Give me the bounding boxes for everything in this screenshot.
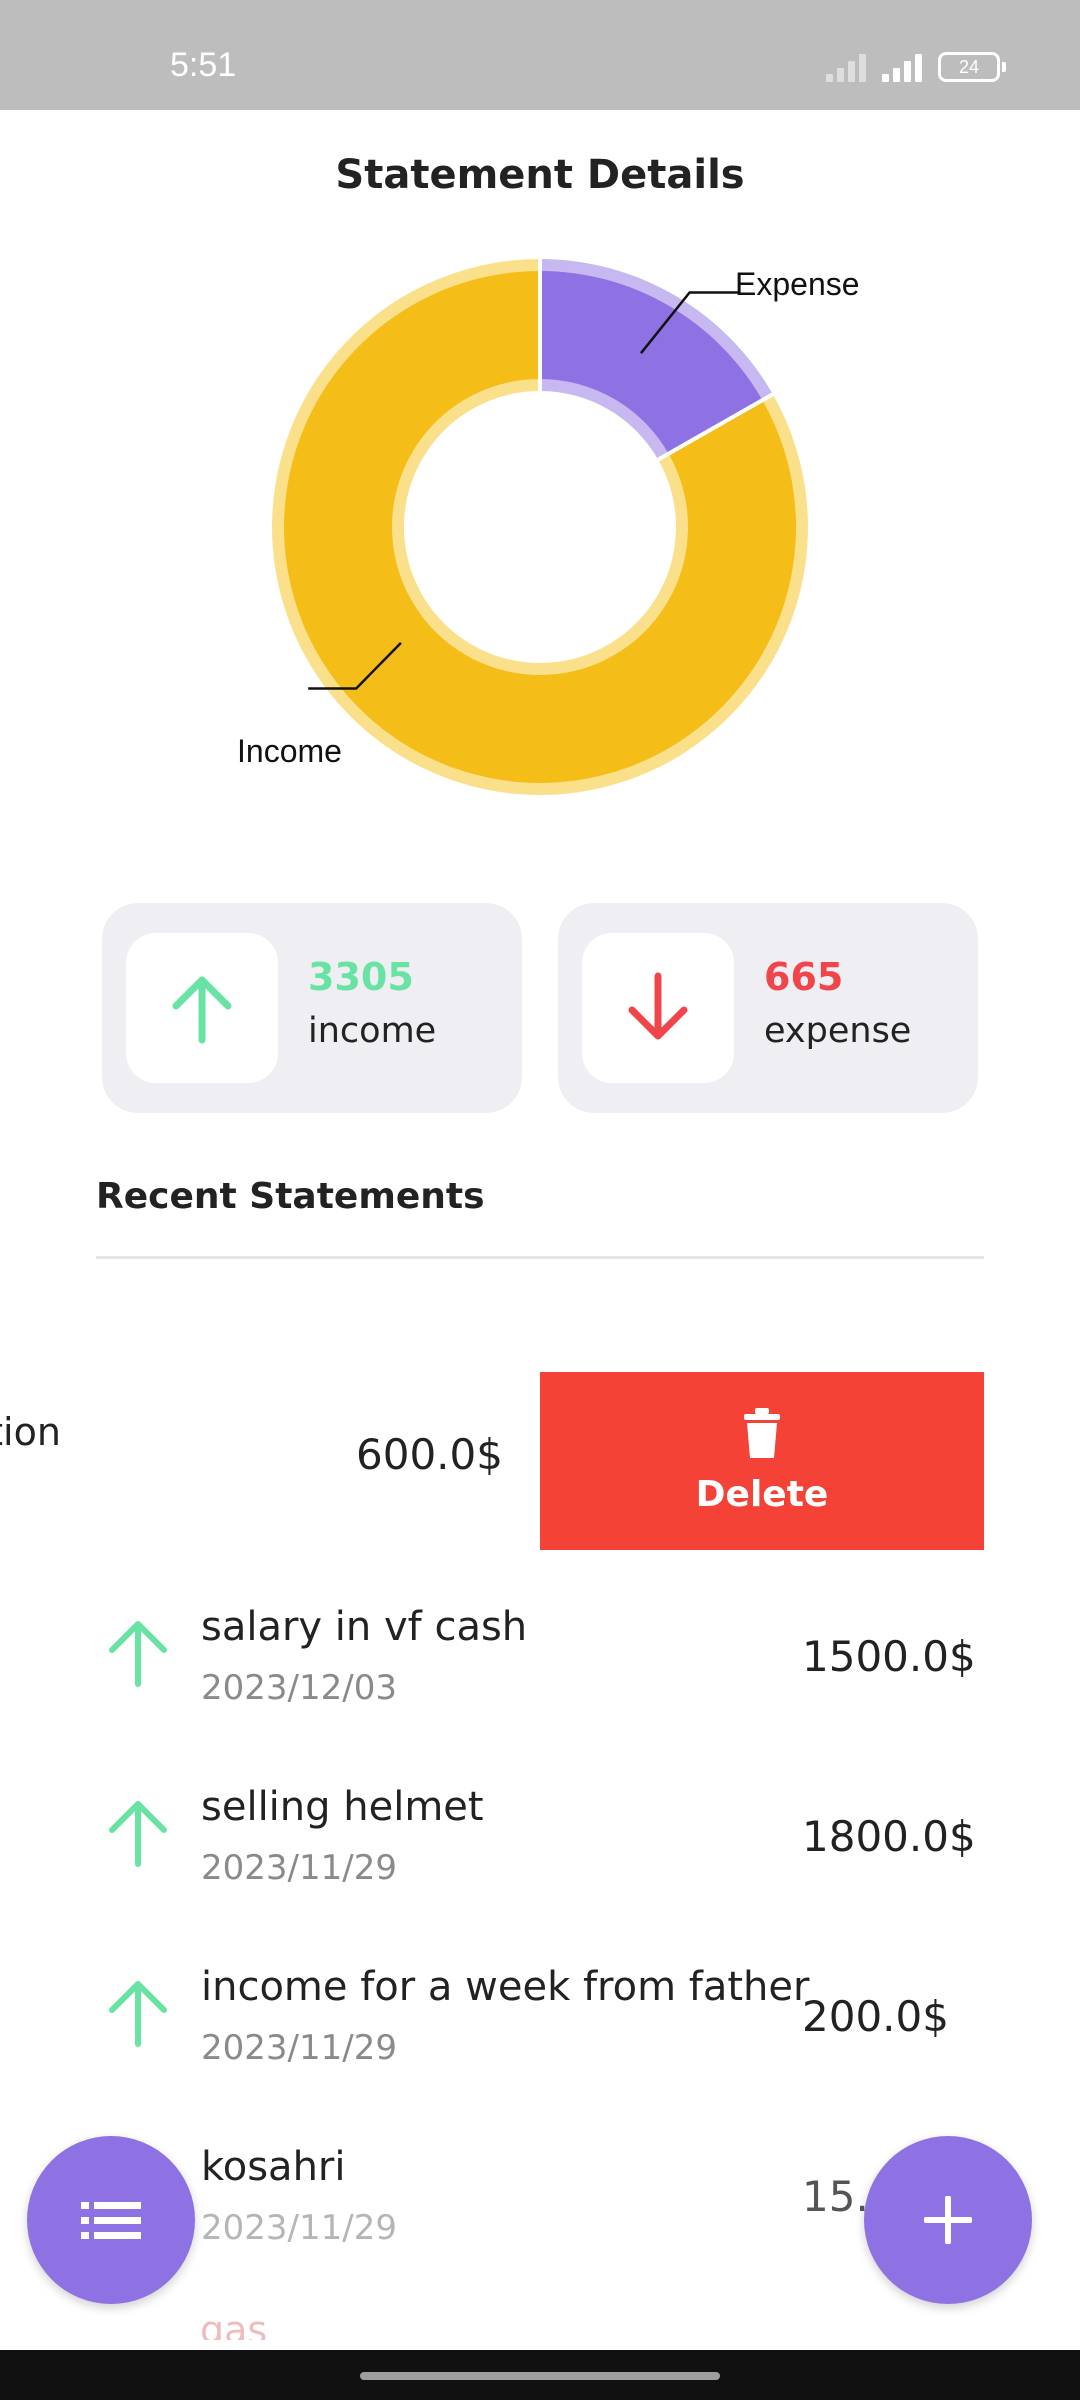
statement-date: 2023/12/03 [201, 1668, 397, 1708]
income-total: 3305 [308, 955, 414, 999]
battery-icon: 24 [938, 52, 1006, 82]
system-navigation-bar [0, 2350, 1080, 2400]
income-label: income [308, 1011, 437, 1051]
income-arrow-icon-box [126, 933, 278, 1083]
delete-label: Delete [695, 1473, 829, 1515]
statement-date: 2023/11/29 [201, 1848, 397, 1888]
statement-amount: 200.0$ [802, 1992, 949, 2041]
statement-row[interactable]: selling helmet 2023/11/29 1800.0$ [0, 1762, 1080, 1942]
donut-slices [271, 259, 808, 795]
status-time: 5:51 [170, 46, 237, 84]
delete-button[interactable]: Delete [540, 1372, 984, 1550]
arrow-up-icon [109, 1801, 167, 1867]
trash-icon [744, 1407, 780, 1458]
statement-description: income for a week from father [201, 1964, 810, 2010]
signal-icon-sim1 [826, 52, 866, 82]
arrow-down-icon [628, 972, 688, 1040]
statement-row-swiped[interactable]: ption 600.0$ Delete [0, 1372, 1080, 1550]
section-divider [96, 1256, 984, 1259]
statement-date: 2023/11/29 [201, 2208, 397, 2248]
expense-slice-label: Expense [735, 266, 860, 302]
swiped-row-description: ption [0, 1410, 61, 1454]
signal-icon-sim2 [882, 52, 922, 82]
recent-statements-title: Recent Statements [96, 1176, 485, 1217]
statement-description: kosahri [201, 2144, 346, 2190]
statement-row[interactable]: salary in vf cash 2023/12/03 1500.0$ [0, 1582, 1080, 1762]
status-icons: 24 [826, 52, 1006, 82]
statement-amount: 1500.0$ [802, 1632, 976, 1681]
statement-donut-chart: Expense Income [237, 259, 860, 795]
statement-date: 2023/11/29 [201, 2028, 397, 2068]
arrow-up-icon [109, 1981, 167, 2047]
status-bar: 5:51 24 [0, 0, 1080, 110]
statements-list-button[interactable] [27, 2136, 195, 2304]
statement-amount: 1800.0$ [802, 1812, 976, 1861]
expense-summary-card: 665 expense [558, 903, 978, 1113]
page-title: Statement Details [335, 152, 745, 198]
plus-icon [924, 2196, 972, 2244]
swiped-row-amount: 600.0$ [356, 1430, 503, 1479]
statement-row[interactable]: income for a week from father 2023/11/29… [0, 1942, 1080, 2122]
list-icon [81, 2202, 141, 2239]
home-gesture-handle[interactable] [360, 2372, 720, 2380]
expense-total: 665 [764, 955, 844, 999]
statement-description: selling helmet [201, 1784, 484, 1830]
expense-arrow-icon-box [582, 933, 734, 1083]
add-statement-button[interactable] [864, 2136, 1032, 2304]
expense-label: expense [764, 1011, 912, 1051]
income-slice-label: Income [237, 733, 342, 769]
income-summary-card: 3305 income [102, 903, 522, 1113]
statement-description: salary in vf cash [201, 1604, 528, 1650]
statement-description: gas [200, 2308, 268, 2340]
statement-row-partial[interactable]: gas [200, 2300, 700, 2340]
arrow-up-icon [172, 976, 232, 1044]
arrow-up-icon [109, 1621, 167, 1687]
